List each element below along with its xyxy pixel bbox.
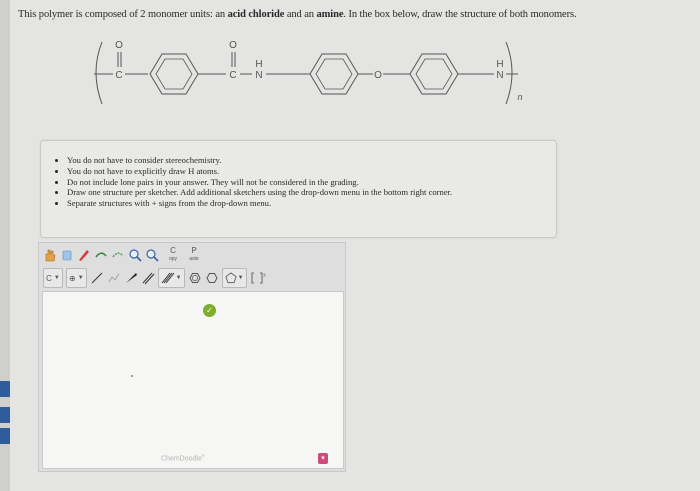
hand-icon[interactable] xyxy=(43,246,57,264)
chain-bond-icon[interactable] xyxy=(107,269,121,287)
copy-sub: opy xyxy=(168,256,178,262)
repeat-subscript: n xyxy=(517,92,522,102)
hydrogen-label-2: H xyxy=(496,59,503,70)
sketcher-toolbar-bottom: C ▼ ⊕ ▼ ▼ ▼ ± xyxy=(43,268,266,288)
paste-label: P xyxy=(191,246,197,255)
charge-dropdown[interactable]: ⊕ ▼ xyxy=(66,268,87,288)
lasso-icon[interactable] xyxy=(111,246,125,264)
lasso-icon[interactable] xyxy=(94,246,108,264)
benzene-ring-3 xyxy=(409,53,459,95)
right-bracket xyxy=(505,41,513,105)
instruction-item: Draw one structure per sketcher. Add add… xyxy=(67,187,556,198)
instructions-box: You do not have to consider stereochemis… xyxy=(40,140,557,238)
zoom-in-icon[interactable] xyxy=(128,246,142,264)
bond-type-dropdown[interactable]: ▼ xyxy=(157,268,185,288)
pentagon-icon xyxy=(224,272,237,284)
carbon-label-2: C xyxy=(229,70,236,81)
copy-label: C xyxy=(170,246,176,255)
benzene-ring-2 xyxy=(309,53,359,95)
benzene-ring-1 xyxy=(149,53,199,95)
carbon-label-1: C xyxy=(115,70,122,81)
benzene-inner-3 xyxy=(415,58,453,90)
oxygen-label-2: O xyxy=(229,40,237,51)
instruction-item: Do not include lone pairs in your answer… xyxy=(67,177,556,188)
question-prefix: This polymer is composed of 2 monomer un… xyxy=(18,9,228,20)
hydrogen-label-1: H xyxy=(255,59,262,70)
pencil-icon[interactable] xyxy=(77,246,91,264)
chemdoodle-sketcher: C opy P aste C ▼ ⊕ ▼ ▼ ▼ ± ✓ ChemDoodle® xyxy=(38,242,346,472)
question-middle: and an xyxy=(284,9,317,20)
chevron-down-icon: ▼ xyxy=(77,275,84,281)
ring-dropdown[interactable]: ▼ xyxy=(221,268,247,288)
add-sketcher-menu-button[interactable]: ▾ xyxy=(318,453,328,464)
oxygen-label-3: O xyxy=(374,70,382,81)
question-text: This polymer is composed of 2 monomer un… xyxy=(18,9,577,20)
question-term-acid-chloride: acid chloride xyxy=(227,9,285,20)
oxygen-label-1: O xyxy=(115,40,123,51)
instruction-item: You do not have to consider stereochemis… xyxy=(67,155,556,166)
instructions-list: You do not have to consider stereochemis… xyxy=(41,155,556,209)
left-bracket xyxy=(95,41,103,105)
triple-bond-icon xyxy=(161,272,175,284)
polymer-structure: O C O C H N O H N n xyxy=(94,40,523,105)
element-label: C xyxy=(46,273,52,283)
check-icon[interactable]: ✓ xyxy=(203,304,216,317)
nitrogen-label-1: N xyxy=(255,70,262,81)
sidebar-marker-1[interactable] xyxy=(0,381,10,397)
brand-text: ChemDoodle xyxy=(161,455,202,463)
paste-button[interactable]: P aste xyxy=(187,246,201,264)
double-bond-icon[interactable] xyxy=(141,269,155,287)
sketcher-toolbar-top: C opy P aste xyxy=(43,245,201,265)
charge-icon: ⊕ xyxy=(69,273,76,283)
ring-template-icon[interactable] xyxy=(205,269,219,287)
zoom-out-icon[interactable] xyxy=(145,246,159,264)
canvas-dot xyxy=(131,375,133,377)
wedge-bond-icon[interactable] xyxy=(124,269,138,287)
instruction-item: Separate structures with + signs from th… xyxy=(67,198,556,209)
instruction-item: You do not have to explicitly draw H ato… xyxy=(67,166,556,177)
drawing-canvas[interactable]: ✓ ChemDoodle® xyxy=(42,291,344,469)
nitrogen-label-2: N xyxy=(496,70,503,81)
benzene-inner-1 xyxy=(155,58,193,90)
bracket-charge-icon[interactable]: ± xyxy=(250,269,266,287)
svg-text:±: ± xyxy=(263,273,266,279)
benzene-template-icon[interactable] xyxy=(188,269,202,287)
element-dropdown[interactable]: C ▼ xyxy=(43,268,63,288)
question-suffix: . In the box below, draw the structure o… xyxy=(343,9,577,20)
benzene-inner-2 xyxy=(315,58,353,90)
chevron-down-icon: ▼ xyxy=(175,275,182,281)
eraser-icon[interactable] xyxy=(60,246,74,264)
sidebar-marker-2[interactable] xyxy=(0,407,10,423)
paste-sub: aste xyxy=(189,256,199,262)
chevron-down-icon: ▼ xyxy=(237,275,244,281)
brand-mark: ® xyxy=(201,453,205,458)
single-bond-icon[interactable] xyxy=(90,269,104,287)
chevron-down-icon: ▼ xyxy=(53,275,60,281)
left-sidebar-strip xyxy=(0,0,10,491)
copy-button[interactable]: C opy xyxy=(166,246,180,264)
question-term-amine: amine xyxy=(316,9,344,20)
chemdoodle-brand: ChemDoodle® xyxy=(161,453,205,462)
sidebar-marker-3[interactable] xyxy=(0,428,10,444)
